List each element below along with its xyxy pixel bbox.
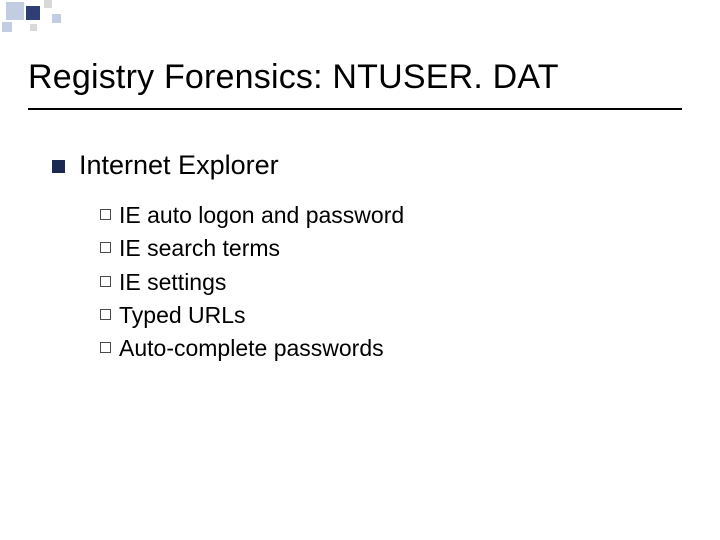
bullet-level2: Typed URLs [100,299,652,332]
hollow-square-bullet-icon [100,209,111,220]
bullet-level1: Internet Explorer [52,150,652,181]
sub-item-text: IE search terms [119,232,280,265]
sub-item-text: IE auto logon and password [119,199,404,232]
slide-body: Internet Explorer IE auto logon and pass… [52,150,652,366]
sub-item-text: Auto-complete passwords [119,332,384,365]
bullet-level2: Auto-complete passwords [100,332,652,365]
sub-item-text: Typed URLs [119,299,246,332]
sub-item-text: IE settings [119,266,226,299]
slide-title: Registry Forensics: NTUSER. DAT [28,58,559,97]
sub-bullet-list: IE auto logon and password IE search ter… [100,199,652,366]
bullet-level2: IE auto logon and password [100,199,652,232]
square-bullet-icon [52,160,65,173]
hollow-square-bullet-icon [100,276,111,287]
title-underline [28,108,682,110]
section-heading: Internet Explorer [79,150,279,181]
bullet-level2: IE settings [100,266,652,299]
hollow-square-bullet-icon [100,309,111,320]
hollow-square-bullet-icon [100,242,111,253]
corner-decoration [0,0,140,36]
hollow-square-bullet-icon [100,342,111,353]
bullet-level2: IE search terms [100,232,652,265]
